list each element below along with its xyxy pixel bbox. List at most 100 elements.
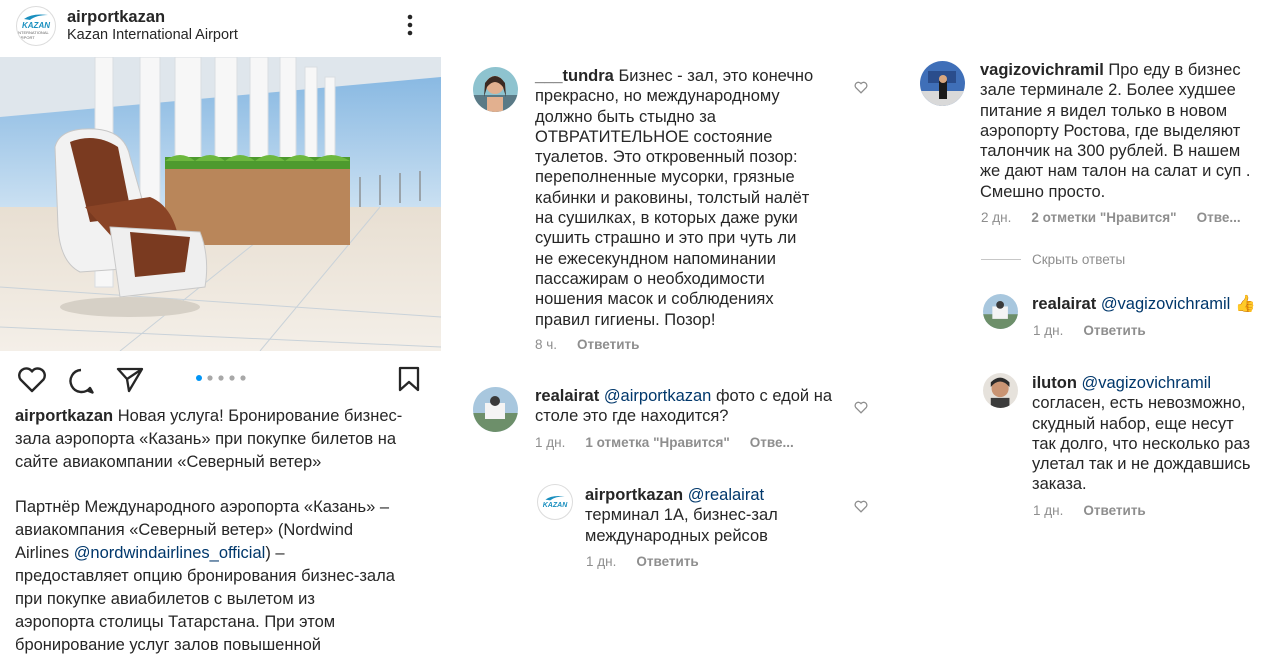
comment-username[interactable]: ___tundra <box>535 67 614 85</box>
comment-line: кабинки и раковины, толстый налёт <box>535 188 810 207</box>
comment-time: 1 дн. <box>1033 323 1064 338</box>
post-paragraph: Партнёр Международного аэропорта «Казань… <box>15 496 445 657</box>
reply-button[interactable]: Отве... <box>750 435 794 450</box>
comments-panel-right: vagizovichramil Про еду в бизнес зале те… <box>910 0 1280 665</box>
comment-text: ___tundra Бизнес - зал, это конечно прек… <box>535 66 855 330</box>
comment-line: правил гигиены. Позор! <box>535 310 716 329</box>
caption-line: Новая услуга! Бронирование бизнес- <box>117 407 403 425</box>
comment-line: так долго, что несколько раз <box>1032 434 1251 453</box>
likes-count[interactable]: 1 отметка "Нравится" <box>585 435 729 450</box>
thumbs-up-emoji: 👍 <box>1234 295 1256 313</box>
comment-line: туалетов. Это откровенный позор: <box>535 148 798 167</box>
share-icon[interactable] <box>116 366 144 393</box>
comment-line: сушить страшно и это при чуть ли <box>535 229 797 248</box>
comment-username[interactable]: vagizovichramil <box>980 61 1104 79</box>
comment-line: талончик на 300 рублей. В нашем <box>980 142 1241 161</box>
post-caption: airportkazan Новая услуга! Бронирование … <box>15 405 445 474</box>
comment-text: vagizovichramil Про еду в бизнес зале те… <box>980 60 1275 202</box>
comment-line: должно быть стыдно за <box>535 107 716 126</box>
comment-time: 8 ч. <box>535 337 558 352</box>
mention-link[interactable]: @nordwindairlines_official <box>74 544 266 562</box>
comments-panel-middle: ___tundra Бизнес - зал, это конечно прек… <box>455 0 910 665</box>
comment-line: Про еду в бизнес <box>1103 61 1241 79</box>
comment-line: переполненные мусорки, грязные <box>535 168 795 187</box>
comment-line: прекрасно, но международному <box>535 87 780 106</box>
paragraph-line: при покупке авиабилетов с вылетом из <box>15 590 315 608</box>
commenter-avatar[interactable] <box>920 61 965 106</box>
mention-link[interactable]: @vagizovichramil <box>1082 374 1212 392</box>
comment-line: скудный набор, еще несут <box>1032 414 1234 433</box>
user-photo-icon <box>920 61 965 106</box>
comment-line: улетал так и не дождавшись <box>1032 455 1251 474</box>
paragraph-text: Airlines <box>15 544 74 562</box>
comment-line: фото с едой на <box>711 387 833 405</box>
likes-count[interactable]: 2 отметки "Нравится" <box>1031 210 1176 225</box>
caption-line: сайте авиакомпании «Северный ветер» <box>15 453 322 471</box>
comment-meta: 1 дн. 1 отметка "Нравится" Отве... <box>535 435 814 450</box>
reply-button[interactable]: Ответить <box>1083 503 1145 518</box>
reply-button[interactable]: Ответить <box>577 337 639 352</box>
comment-line: ношения масок и соблюдениях <box>535 290 774 309</box>
reply-button[interactable]: Ответить <box>636 554 698 569</box>
comment-username[interactable]: realairat <box>535 387 599 405</box>
comment-text: iluton @vagizovichramil согласен, есть н… <box>1032 373 1277 495</box>
comment-line: аэропорту Ростова, где выделяют <box>980 121 1241 140</box>
comment-username[interactable]: realairat <box>1032 295 1096 313</box>
comment-username[interactable]: iluton <box>1032 374 1077 392</box>
comment-time: 1 дн. <box>1033 503 1064 518</box>
comment-like-icon[interactable] <box>854 500 868 513</box>
comment-like-icon[interactable] <box>854 401 868 414</box>
paragraph-line: бронирование услуг залов повышенной <box>15 636 321 654</box>
comment-text: realairat @vagizovichramil 👍 <box>1032 294 1277 314</box>
comment-line: на сушилках, в которых даже руки <box>535 209 798 228</box>
heart-icon[interactable] <box>17 367 47 393</box>
comment-line: пассажирам о необходимости <box>535 269 765 288</box>
mention-link[interactable]: @airportkazan <box>604 387 712 405</box>
commenter-avatar[interactable]: KAZAN <box>537 484 573 520</box>
commenter-avatar[interactable] <box>473 67 518 112</box>
comment-line: Смешно просто. <box>980 182 1106 201</box>
comment-text: airportkazan @realairat терминал 1А, биз… <box>585 485 855 546</box>
comment-line: заказа. <box>1032 475 1087 494</box>
post-author-avatar[interactable]: KAZAN INTERNATIONAL AIRPORT <box>16 6 56 46</box>
comment-username[interactable]: airportkazan <box>585 486 683 504</box>
post-panel: KAZAN INTERNATIONAL AIRPORT airportkazan… <box>0 0 455 665</box>
comment-meta: 1 дн. Ответить <box>586 554 719 569</box>
comment-line: же дают нам талон на салат и суп . <box>980 162 1251 181</box>
comment-line: согласен, есть невозможно, <box>1032 394 1246 413</box>
mention-link[interactable]: @realairat <box>688 486 764 504</box>
comment-line: питание я видел только в новом <box>980 101 1228 120</box>
mention-link[interactable]: @vagizovichramil <box>1101 295 1231 313</box>
hide-replies-divider <box>981 259 1021 260</box>
commenter-avatar[interactable] <box>983 294 1018 329</box>
user-photo-icon <box>983 373 1018 408</box>
carousel-dots <box>196 375 246 381</box>
comment-line: международных рейсов <box>585 526 768 545</box>
caption-username[interactable]: airportkazan <box>15 407 113 425</box>
post-image[interactable] <box>0 57 441 351</box>
comment-line: терминал 1А, бизнес-зал <box>585 506 778 525</box>
commenter-avatar[interactable] <box>473 387 518 432</box>
paragraph-line: Партнёр Международного аэропорта «Казань… <box>15 498 390 516</box>
user-photo-icon <box>473 387 518 432</box>
comment-meta: 1 дн. Ответить <box>1033 323 1166 338</box>
reply-button[interactable]: Отве... <box>1197 210 1241 225</box>
paragraph-line: предоставляет опцию бронирования бизнес-… <box>15 567 395 585</box>
comment-meta: 1 дн. Ответить <box>1033 503 1166 518</box>
post-location[interactable]: Kazan International Airport <box>67 27 238 43</box>
hide-replies-button[interactable]: Скрыть ответы <box>1032 252 1125 267</box>
comment-time: 1 дн. <box>586 554 617 569</box>
comment-line: ОТВРАТИТЕЛЬНОЕ состояние <box>535 127 773 146</box>
comment-icon[interactable] <box>67 367 95 395</box>
commenter-avatar[interactable] <box>983 373 1018 408</box>
reply-button[interactable]: Ответить <box>1083 323 1145 338</box>
post-username[interactable]: airportkazan <box>67 8 165 27</box>
comment-meta: 8 ч. Ответить <box>535 337 659 352</box>
user-photo-icon <box>473 67 518 112</box>
more-icon[interactable] <box>405 14 415 36</box>
logo-text: KAZAN <box>542 502 568 509</box>
paragraph-line: авиакомпания «Северный ветер» (Nordwind <box>15 521 354 539</box>
paragraph-text: ) – <box>265 544 285 562</box>
comment-like-icon[interactable] <box>854 81 868 94</box>
bookmark-icon[interactable] <box>398 366 420 392</box>
